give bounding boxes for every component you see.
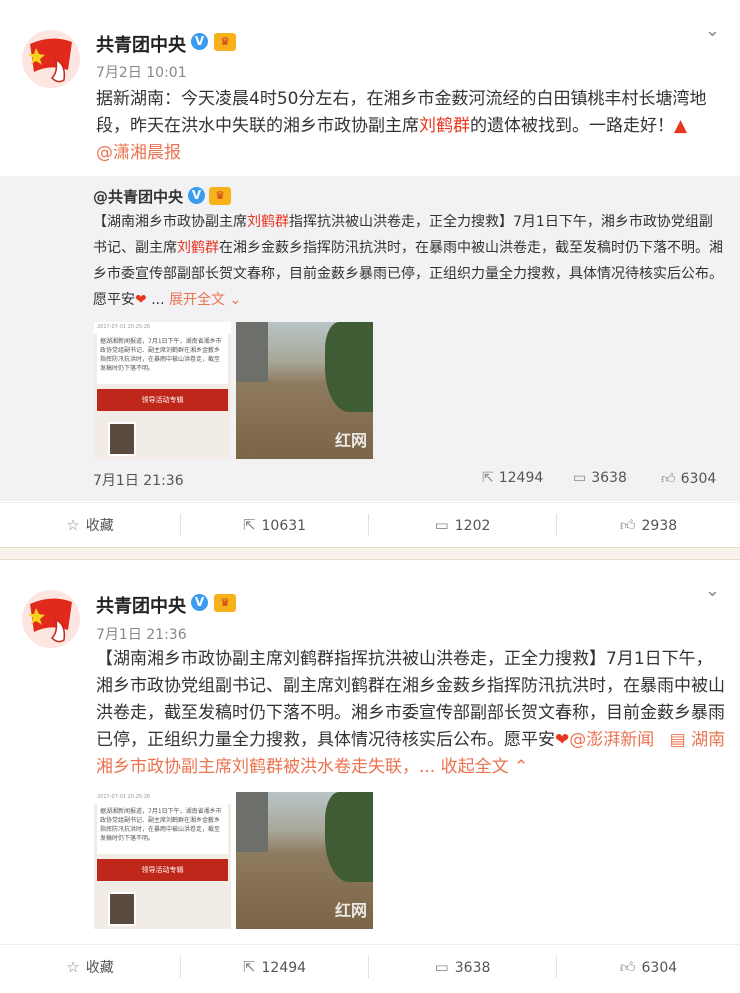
comment-button[interactable]: ▭ 3638: [369, 945, 556, 989]
expand-full-text-link[interactable]: 展开全文: [169, 292, 225, 308]
vip-badge-icon[interactable]: ♛: [214, 33, 236, 51]
thumbs-up-icon: 👍︎: [619, 516, 636, 534]
verified-icon: V: [188, 187, 205, 204]
chevron-down-icon[interactable]: ⌄: [705, 20, 720, 41]
portrait-image: [108, 892, 136, 926]
star-icon: ☆: [66, 958, 80, 976]
weibo-post-1: 共青团中央 V ♛ ⌄ 7月2日 10:01 据新湖南：今天凌晨4时50分左右，…: [0, 0, 740, 547]
candle-emoji-icon: ▲: [674, 116, 688, 136]
person-name-link[interactable]: 刘鹤群: [177, 240, 219, 256]
post-image-1[interactable]: 2017-07-01 20:25:26 据湖湘新闻报道，7月1日下午，湖南省湘乡…: [94, 792, 231, 929]
weibo-post-2: 共青团中央 V ♛ ⌄ 7月1日 21:36 【湖南湘乡市政协副主席刘鹤群指挥抗…: [0, 560, 740, 993]
action-bar: ☆ 收藏 ⇱ 12494 ▭ 3638 👍︎ 6304: [0, 944, 740, 989]
person-name-link[interactable]: 刘鹤群: [419, 116, 470, 136]
repost-text: 【湖南湘乡市政协副主席刘鹤群指挥抗洪被山洪卷走，正全力搜救】7月1日下午，湘乡市…: [93, 214, 723, 308]
post-time[interactable]: 7月2日 10:01: [96, 62, 187, 82]
building-shape: [236, 792, 268, 852]
author-avatar[interactable]: [22, 30, 80, 88]
favorite-button[interactable]: ☆ 收藏: [0, 503, 180, 547]
repost-like-count[interactable]: 👍︎ 6304: [661, 470, 716, 487]
flag-logo-icon: [22, 590, 80, 648]
flag-logo-icon: [22, 30, 80, 88]
repost-author[interactable]: @共青团中央: [93, 186, 183, 207]
chevron-up-icon[interactable]: ⌃: [509, 757, 528, 777]
thumbs-up-icon: 👍︎: [619, 958, 636, 976]
vip-badge-icon[interactable]: ♛: [214, 594, 236, 612]
action-bar: ☆ 收藏 ⇱ 10631 ▭ 1202 👍︎ 2938: [0, 502, 740, 547]
collapse-link[interactable]: 收起全文: [441, 757, 509, 777]
mention-link[interactable]: @澎湃新闻: [569, 730, 654, 750]
repost-image-2[interactable]: 红网: [236, 322, 373, 459]
post-separator: [0, 547, 740, 560]
building-shape: [236, 322, 268, 382]
favorite-button[interactable]: ☆ 收藏: [0, 945, 180, 989]
vip-badge-icon[interactable]: ♛: [209, 187, 231, 205]
star-icon: ☆: [66, 516, 80, 534]
portrait-image: [108, 422, 136, 456]
mention-link[interactable]: @潇湘晨报: [96, 143, 181, 163]
comment-icon: ▭: [573, 470, 587, 486]
author-name[interactable]: 共青团中央: [96, 31, 186, 57]
post-text: 【湖南湘乡市政协副主席刘鹤群指挥抗洪被山洪卷走，正全力搜救】7月1日下午，湘乡市…: [96, 649, 726, 777]
repost-image-1[interactable]: 2017-07-01 20:25:26 据湖湘新闻报道，7月1日下午，湖南省湘乡…: [94, 322, 231, 459]
photo-watermark: 红网: [334, 901, 367, 920]
comment-icon: ▭: [434, 516, 449, 534]
article-icon: ▤: [669, 730, 692, 750]
like-button[interactable]: 👍︎ 2938: [557, 503, 740, 547]
chevron-down-icon[interactable]: ⌄: [705, 580, 720, 601]
heart-emoji-icon: ❤: [135, 292, 147, 308]
author-name[interactable]: 共青团中央: [96, 592, 186, 618]
tree-shape: [325, 792, 373, 882]
share-icon: ⇱: [482, 470, 494, 486]
repost-comment-count[interactable]: ▭ 3638: [573, 470, 627, 486]
like-button[interactable]: 👍︎ 6304: [557, 945, 740, 989]
verified-icon: V: [191, 33, 208, 50]
repost-repost-count[interactable]: ⇱ 12494: [482, 470, 543, 486]
photo-watermark: 红网: [334, 431, 367, 450]
tree-shape: [325, 322, 373, 412]
repost-button[interactable]: ⇱ 12494: [181, 945, 368, 989]
post-time[interactable]: 7月1日 21:36: [96, 624, 187, 644]
comment-icon: ▭: [434, 958, 449, 976]
post-image-2[interactable]: 红网: [236, 792, 373, 929]
heart-emoji-icon: ❤: [555, 730, 570, 750]
repost-time[interactable]: 7月1日 21:36: [93, 470, 184, 490]
chevron-down-icon[interactable]: ⌄: [225, 292, 241, 308]
repost-button[interactable]: ⇱ 10631: [181, 503, 368, 547]
post-text: 据新湖南：今天凌晨4时50分左右，在湘乡市金薮河流经的白田镇桃丰村长塘湾地段，昨…: [96, 89, 707, 163]
share-icon: ⇱: [242, 516, 256, 534]
comment-button[interactable]: ▭ 1202: [369, 503, 556, 547]
verified-icon: V: [191, 594, 208, 611]
author-avatar[interactable]: [22, 590, 80, 648]
thumbs-up-icon: 👍︎: [661, 471, 676, 487]
reposted-content[interactable]: @共青团中央 V ♛ 【湖南湘乡市政协副主席刘鹤群指挥抗洪被山洪卷走，正全力搜救…: [0, 176, 740, 501]
share-icon: ⇱: [242, 958, 256, 976]
person-name-link[interactable]: 刘鹤群: [247, 214, 289, 230]
